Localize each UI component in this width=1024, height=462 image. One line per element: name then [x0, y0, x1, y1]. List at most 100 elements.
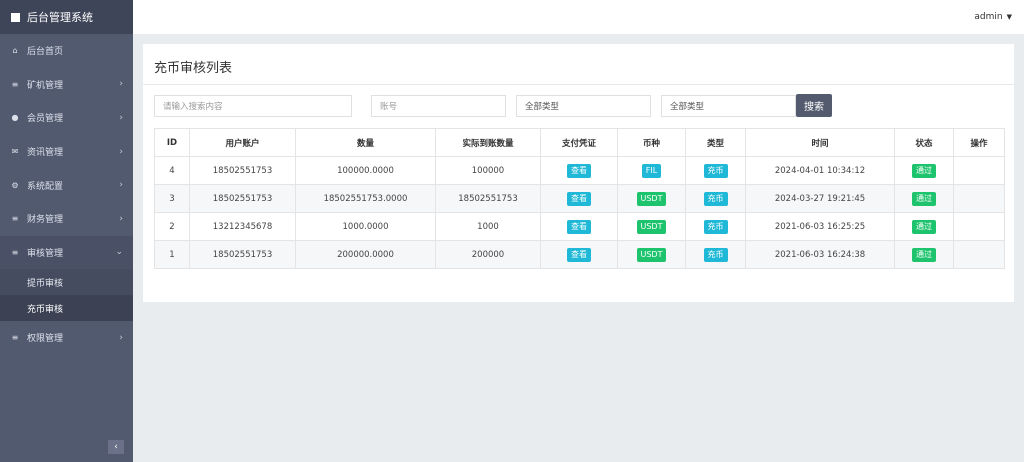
cell-account: 18502551753 — [189, 240, 296, 269]
cell-actions — [953, 240, 1005, 269]
cell-amount: 1000.0000 — [295, 212, 436, 241]
chevron-right-icon: › — [119, 112, 123, 123]
username: admin — [974, 12, 1003, 22]
column-header: 币种 — [617, 128, 686, 157]
cell-actions — [953, 184, 1005, 213]
brand[interactable]: 后台管理系统 — [0, 0, 133, 34]
search-button[interactable]: 搜索 — [796, 94, 832, 117]
logo-square-icon — [11, 12, 20, 22]
cell-coin: USDT — [617, 184, 686, 213]
cell-voucher: 查看 — [540, 184, 618, 213]
cell-status: 通过 — [894, 240, 954, 269]
search-input[interactable]: 请输入搜索内容 — [154, 95, 352, 117]
cell-time: 2024-04-01 10:34:12 — [745, 156, 895, 185]
view-voucher-button[interactable]: 查看 — [567, 219, 591, 234]
user-menu[interactable]: admin ▼ — [974, 12, 1012, 22]
type-badge: 充币 — [703, 219, 728, 234]
sidebar-item-finance[interactable]: ≡ 财务管理 › — [0, 202, 133, 236]
view-voucher-button[interactable]: 查看 — [567, 247, 591, 262]
home-icon: ⌂ — [12, 46, 18, 56]
sidebar-item-label: 财务管理 — [27, 215, 64, 226]
column-header: ID — [154, 128, 190, 157]
sidebar: 后台管理系统 ⌂ 后台首页 ≡ 矿机管理 › ● 会员管理 › ✉ 资讯管理 ›… — [0, 0, 133, 462]
cell-amount: 18502551753.0000 — [295, 184, 436, 213]
cell-coin: USDT — [617, 212, 686, 241]
sidebar-item-label: 权限管理 — [27, 334, 64, 345]
sidebar-item-permissions[interactable]: ≡ 权限管理 › — [0, 321, 133, 355]
column-header: 数量 — [295, 128, 436, 157]
chevron-right-icon: › — [119, 213, 123, 224]
cell-type: 充币 — [685, 184, 746, 213]
type-badge: 充币 — [703, 247, 728, 262]
cell-actual: 1000 — [435, 212, 541, 241]
coin-badge: USDT — [636, 219, 667, 234]
type-badge: 充币 — [703, 163, 728, 178]
sidebar-subitem-deposit-review[interactable]: 充币审核 — [0, 295, 133, 322]
sidebar-item-label: 矿机管理 — [27, 80, 64, 91]
cell-actual: 18502551753 — [435, 184, 541, 213]
account-input[interactable]: 账号 — [371, 95, 506, 117]
brand-title: 后台管理系统 — [27, 11, 93, 24]
sidebar-item-label: 后台首页 — [27, 47, 64, 58]
chevron-down-icon: ⌄ — [115, 247, 123, 258]
type-select-1[interactable]: 全部类型 — [516, 95, 651, 117]
table-row: 4 18502551753 100000.0000 100000 查看 FIL … — [154, 156, 1005, 185]
table-row: 1 18502551753 200000.0000 200000 查看 USDT… — [154, 240, 1005, 269]
sidebar-item-miner[interactable]: ≡ 矿机管理 › — [0, 68, 133, 102]
cell-time: 2024-03-27 19:21:45 — [745, 184, 895, 213]
cell-time: 2021-06-03 16:24:38 — [745, 240, 895, 269]
divider — [143, 84, 1014, 85]
table-row: 2 13212345678 1000.0000 1000 查看 USDT 充币 … — [154, 212, 1005, 241]
cell-actions — [953, 156, 1005, 185]
status-badge: 通过 — [912, 163, 936, 178]
cell-actual: 200000 — [435, 240, 541, 269]
chevron-right-icon: › — [119, 79, 123, 90]
content-card: 充币审核列表 请输入搜索内容 账号 全部类型 全部类型 搜索 ID 用户账户 数… — [143, 44, 1014, 302]
cell-status: 通过 — [894, 212, 954, 241]
sidebar-item-label: 会员管理 — [27, 114, 64, 125]
user-icon: ● — [11, 113, 19, 123]
coin-badge: USDT — [636, 191, 667, 206]
cell-coin: FIL — [617, 156, 686, 185]
status-badge: 通过 — [912, 247, 936, 262]
sidebar-collapse-button[interactable]: ‹ — [108, 440, 124, 454]
cell-type: 充币 — [685, 212, 746, 241]
sidebar-item-news[interactable]: ✉ 资讯管理 › — [0, 135, 133, 169]
column-header: 操作 — [953, 128, 1005, 157]
chevron-right-icon: › — [119, 332, 123, 343]
status-badge: 通过 — [912, 191, 936, 206]
cell-actual: 100000 — [435, 156, 541, 185]
page-title: 充币审核列表 — [154, 61, 233, 76]
cell-account: 18502551753 — [189, 156, 296, 185]
deposit-table: ID 用户账户 数量 实际到账数量 支付凭证 币种 类型 时间 状态 操作 4 … — [154, 128, 1005, 269]
sidebar-item-settings[interactable]: ⚙ 系统配置 › — [0, 168, 133, 202]
list-icon: ≡ — [11, 79, 19, 89]
cell-id: 1 — [154, 240, 190, 269]
caret-down-icon: ▼ — [1006, 13, 1012, 21]
view-voucher-button[interactable]: 查看 — [567, 191, 591, 206]
list-icon: ≡ — [11, 333, 19, 343]
type-select-2[interactable]: 全部类型 — [661, 95, 796, 117]
cell-voucher: 查看 — [540, 212, 618, 241]
sidebar-submenu-review: 提币审核 充币审核 — [0, 269, 133, 322]
column-header: 状态 — [894, 128, 954, 157]
sidebar-item-review[interactable]: ≡ 审核管理 ⌄ — [0, 235, 133, 270]
sidebar-item-label: 审核管理 — [27, 248, 64, 259]
view-voucher-button[interactable]: 查看 — [567, 163, 591, 178]
cell-account: 13212345678 — [189, 212, 296, 241]
cell-account: 18502551753 — [189, 184, 296, 213]
sidebar-subitem-withdraw-review[interactable]: 提币审核 — [0, 269, 133, 295]
cell-type: 充币 — [685, 156, 746, 185]
sidebar-item-home[interactable]: ⌂ 后台首页 — [0, 34, 133, 68]
sidebar-item-members[interactable]: ● 会员管理 › — [0, 101, 133, 135]
list-icon: ≡ — [11, 247, 19, 257]
column-header: 实际到账数量 — [435, 128, 541, 157]
cell-actions — [953, 212, 1005, 241]
sidebar-item-label: 资讯管理 — [27, 148, 64, 159]
column-header: 时间 — [745, 128, 895, 157]
mail-icon: ✉ — [11, 147, 19, 157]
top-bar: admin ▼ — [133, 0, 1024, 34]
sidebar-nav: ⌂ 后台首页 ≡ 矿机管理 › ● 会员管理 › ✉ 资讯管理 › ⚙ 系统配置… — [0, 34, 133, 355]
sidebar-item-label: 系统配置 — [27, 181, 64, 192]
cell-status: 通过 — [894, 184, 954, 213]
